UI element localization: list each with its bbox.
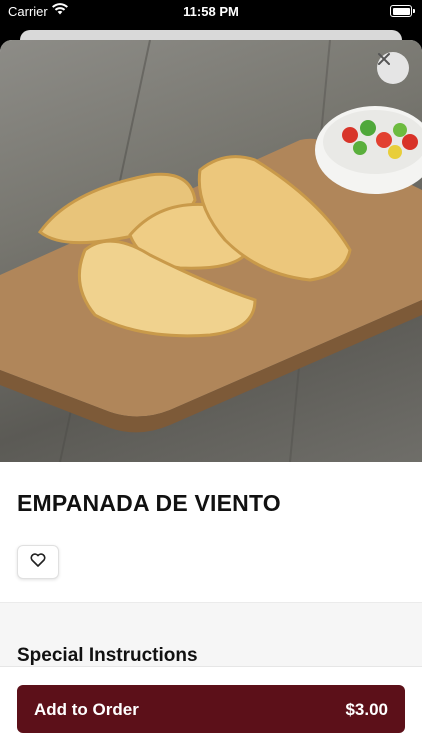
status-bar: Carrier 11:58 PM (0, 0, 422, 24)
clock: 11:58 PM (183, 4, 239, 19)
order-footer: Add to Order $3.00 (0, 666, 422, 751)
favorite-button[interactable] (17, 545, 59, 579)
item-detail-sheet: EMPANADA DE VIENTO Special Instructions (0, 40, 422, 750)
item-photo (0, 40, 422, 462)
special-instructions-title: Special Instructions (17, 645, 198, 666)
add-to-order-label: Add to Order (34, 700, 139, 719)
close-button[interactable] (377, 52, 409, 84)
order-price: $3.00 (345, 700, 388, 719)
item-title: EMPANADA DE VIENTO (17, 490, 281, 516)
battery-icon (390, 5, 415, 17)
heart-icon (30, 552, 46, 572)
add-to-order-button[interactable]: Add to Order $3.00 (17, 685, 405, 733)
